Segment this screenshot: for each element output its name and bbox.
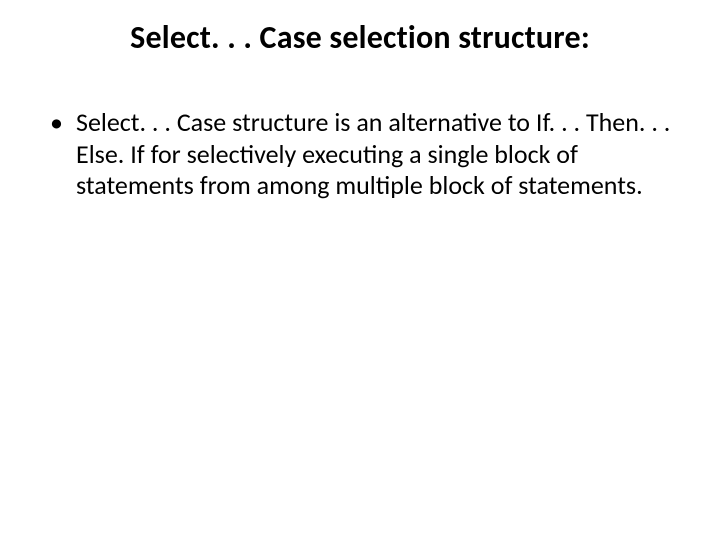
bullet-text: Select. . . Case structure is an alterna… [76, 106, 670, 201]
list-item: Select. . . Case structure is an alterna… [46, 107, 680, 202]
slide: Select. . . Case selection structure: Se… [0, 0, 720, 540]
slide-body: Select. . . Case structure is an alterna… [40, 107, 680, 202]
bullet-list: Select. . . Case structure is an alterna… [46, 107, 680, 202]
slide-title: Select. . . Case selection structure: [40, 18, 680, 57]
